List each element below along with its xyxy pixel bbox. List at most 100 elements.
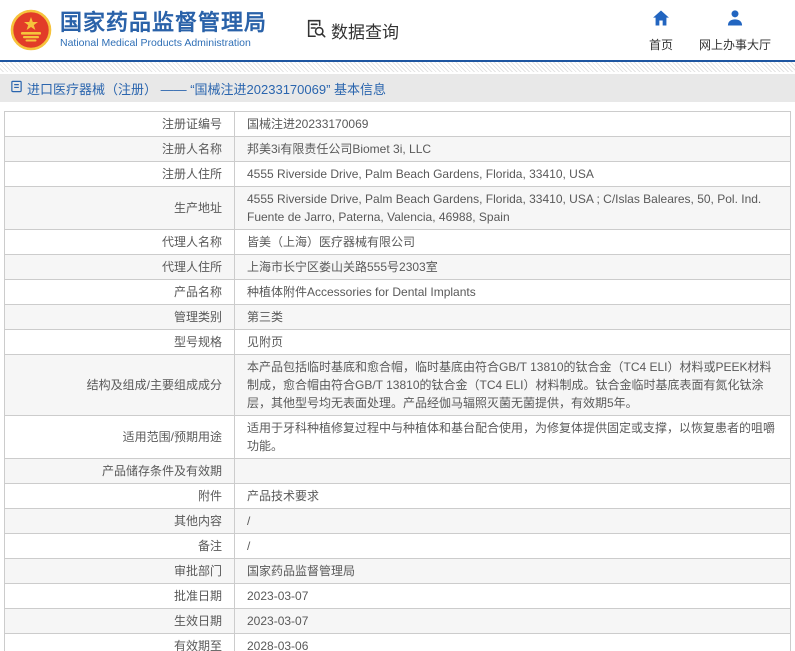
nav-item-label: 首页 [648, 37, 673, 52]
table-row: 生产地址 4555 Riverside Drive, Palm Beach Gar… [5, 187, 790, 230]
nav-item-service-hall[interactable]: 网上办事大厅 [699, 8, 771, 53]
row-label-text: 备注 [197, 539, 222, 553]
row-value-text: 2023-03-07 [247, 589, 309, 603]
row-value: / [235, 509, 790, 533]
row-label: 注册人住所 [5, 162, 235, 186]
row-label-text: 批准日期 [173, 589, 222, 603]
row-label: 生效日期 [5, 609, 235, 633]
national-emblem-logo [10, 9, 52, 51]
row-value: 皆美（上海）医疗器械有限公司 [235, 230, 790, 254]
row-value: 国械注进20233170069 [235, 112, 790, 136]
row-value-text: 本产品包括临时基底和愈合帽，临时基底由符合GB/T 13810的钛合金（TC4 … [247, 360, 772, 410]
row-label-text: 注册人名称 [161, 142, 222, 156]
header: 国家药品监督管理局 National Medical Products Admi… [0, 0, 795, 60]
table-row: 适用范围/预期用途 适用于牙科种植修复过程中与种植体和基台配合使用，为修复体提供固… [5, 416, 790, 459]
row-label: 产品名称 [5, 280, 235, 304]
row-label-text: 代理人住所 [161, 260, 222, 274]
data-query-icon [305, 17, 327, 44]
row-label: 适用范围/预期用途 [5, 416, 235, 458]
row-label-text: 结构及组成/主要组成成分 [86, 378, 222, 392]
row-label-text: 代理人名称 [161, 235, 222, 249]
row-value-text: 国械注进20233170069 [247, 117, 369, 131]
row-label-text: 有效期至 [173, 639, 222, 651]
row-label-text: 生效日期 [173, 614, 222, 628]
row-value-text: 见附页 [247, 335, 284, 349]
breadcrumb: 进口医疗器械（注册） —— “国械注进20233170069” 基本信息 [10, 79, 386, 98]
person-icon [725, 8, 745, 33]
row-value-text: 2023-03-07 [247, 614, 309, 628]
row-label-text: 产品名称 [173, 285, 222, 299]
row-value-text: 2028-03-06 [247, 639, 309, 651]
hatched-strip [0, 62, 795, 72]
table-row: 型号规格 见附页 [5, 330, 790, 355]
row-label-text: 适用范围/预期用途 [122, 430, 222, 444]
row-label-text: 生产地址 [173, 201, 222, 215]
table-row: 注册人名称 邦美3i有限责任公司Biomet 3i, LLC [5, 137, 790, 162]
row-value-text: / [247, 539, 251, 553]
row-label: 代理人名称 [5, 230, 235, 254]
row-value: 适用于牙科种植修复过程中与种植体和基台配合使用，为修复体提供固定或支撑，以恢复患… [235, 416, 790, 458]
table-row: 注册人住所 4555 Riverside Drive, Palm Beach Ga… [5, 162, 790, 187]
row-label: 其他内容 [5, 509, 235, 533]
row-label: 型号规格 [5, 330, 235, 354]
table-row: 产品名称 种植体附件Accessories for Dental Implants [5, 280, 790, 305]
nav-item-label: 网上办事大厅 [698, 37, 771, 52]
site-title-block: 国家药品监督管理局 National Medical Products Admi… [60, 9, 268, 50]
table-row: 代理人名称 皆美（上海）医疗器械有限公司 [5, 230, 790, 255]
row-value: 2023-03-07 [235, 609, 790, 633]
row-label: 代理人住所 [5, 255, 235, 279]
row-label: 附件 [5, 484, 235, 508]
row-value-text: / [247, 514, 251, 528]
row-label-text: 产品储存条件及有效期 [101, 464, 222, 478]
table-row: 生效日期 2023-03-07 [5, 609, 790, 634]
row-label: 结构及组成/主要组成成分 [5, 355, 235, 415]
home-icon [651, 8, 671, 33]
row-label: 审批部门 [5, 559, 235, 583]
site-subtitle: National Medical Products Administration [60, 37, 251, 50]
row-label: 有效期至 [5, 634, 235, 651]
row-label: 产品储存条件及有效期 [5, 459, 235, 483]
table-row: 结构及组成/主要组成成分 本产品包括临时基底和愈合帽，临时基底由符合GB/T 13… [5, 355, 790, 416]
row-value-text: 上海市长宁区娄山关路555号2303室 [247, 260, 438, 274]
row-label: 生产地址 [5, 187, 235, 229]
row-value: 上海市长宁区娄山关路555号2303室 [235, 255, 790, 279]
row-label-text: 附件 [197, 489, 222, 503]
row-value [235, 459, 790, 483]
row-value-text: 产品技术要求 [247, 489, 320, 503]
row-value: 国家药品监督管理局 [235, 559, 790, 583]
row-value: 产品技术要求 [235, 484, 790, 508]
row-value-text: 适用于牙科种植修复过程中与种植体和基台配合使用，为修复体提供固定或支撑，以恢复患… [247, 421, 776, 453]
table-row: 有效期至 2028-03-06 [5, 634, 790, 651]
document-icon [10, 80, 27, 96]
row-value: 2028-03-06 [235, 634, 790, 651]
row-value: 种植体附件Accessories for Dental Implants [235, 280, 790, 304]
row-value-text: 国家药品监督管理局 [247, 564, 356, 578]
data-query-entry[interactable]: 数据查询 [305, 17, 399, 44]
row-label-text: 注册人住所 [161, 167, 222, 181]
row-label: 批准日期 [5, 584, 235, 608]
row-label: 注册人名称 [5, 137, 235, 161]
row-value-text: 4555 Riverside Drive, Palm Beach Gardens… [247, 167, 594, 181]
table-row: 备注 / [5, 534, 790, 559]
row-value: 邦美3i有限责任公司Biomet 3i, LLC [235, 137, 790, 161]
row-label: 备注 [5, 534, 235, 558]
breadcrumb-text: 进口医疗器械（注册） —— “国械注进20233170069” 基本信息 [27, 81, 387, 97]
site-title: 国家药品监督管理局 [60, 9, 268, 35]
row-value: 见附页 [235, 330, 790, 354]
row-value-text: 第三类 [247, 310, 284, 324]
nav-item-home[interactable]: 首页 [649, 8, 673, 53]
table-row: 注册证编号 国械注进20233170069 [5, 112, 790, 137]
top-nav: 首页 网上办事大厅 [649, 8, 781, 53]
data-query-label: 数据查询 [331, 22, 400, 42]
table-row: 代理人住所 上海市长宁区娄山关路555号2303室 [5, 255, 790, 280]
table-row: 批准日期 2023-03-07 [5, 584, 790, 609]
table-row: 产品储存条件及有效期 [5, 459, 790, 484]
breadcrumb-bar: 进口医疗器械（注册） —— “国械注进20233170069” 基本信息 [0, 74, 795, 102]
row-label: 注册证编号 [5, 112, 235, 136]
row-value: 本产品包括临时基底和愈合帽，临时基底由符合GB/T 13810的钛合金（TC4 … [235, 355, 790, 415]
row-value-text: 4555 Riverside Drive, Palm Beach Gardens… [247, 192, 762, 224]
table-row: 审批部门 国家药品监督管理局 [5, 559, 790, 584]
row-value: 4555 Riverside Drive, Palm Beach Gardens… [235, 187, 790, 229]
row-label-text: 型号规格 [173, 335, 222, 349]
row-value: 2023-03-07 [235, 584, 790, 608]
